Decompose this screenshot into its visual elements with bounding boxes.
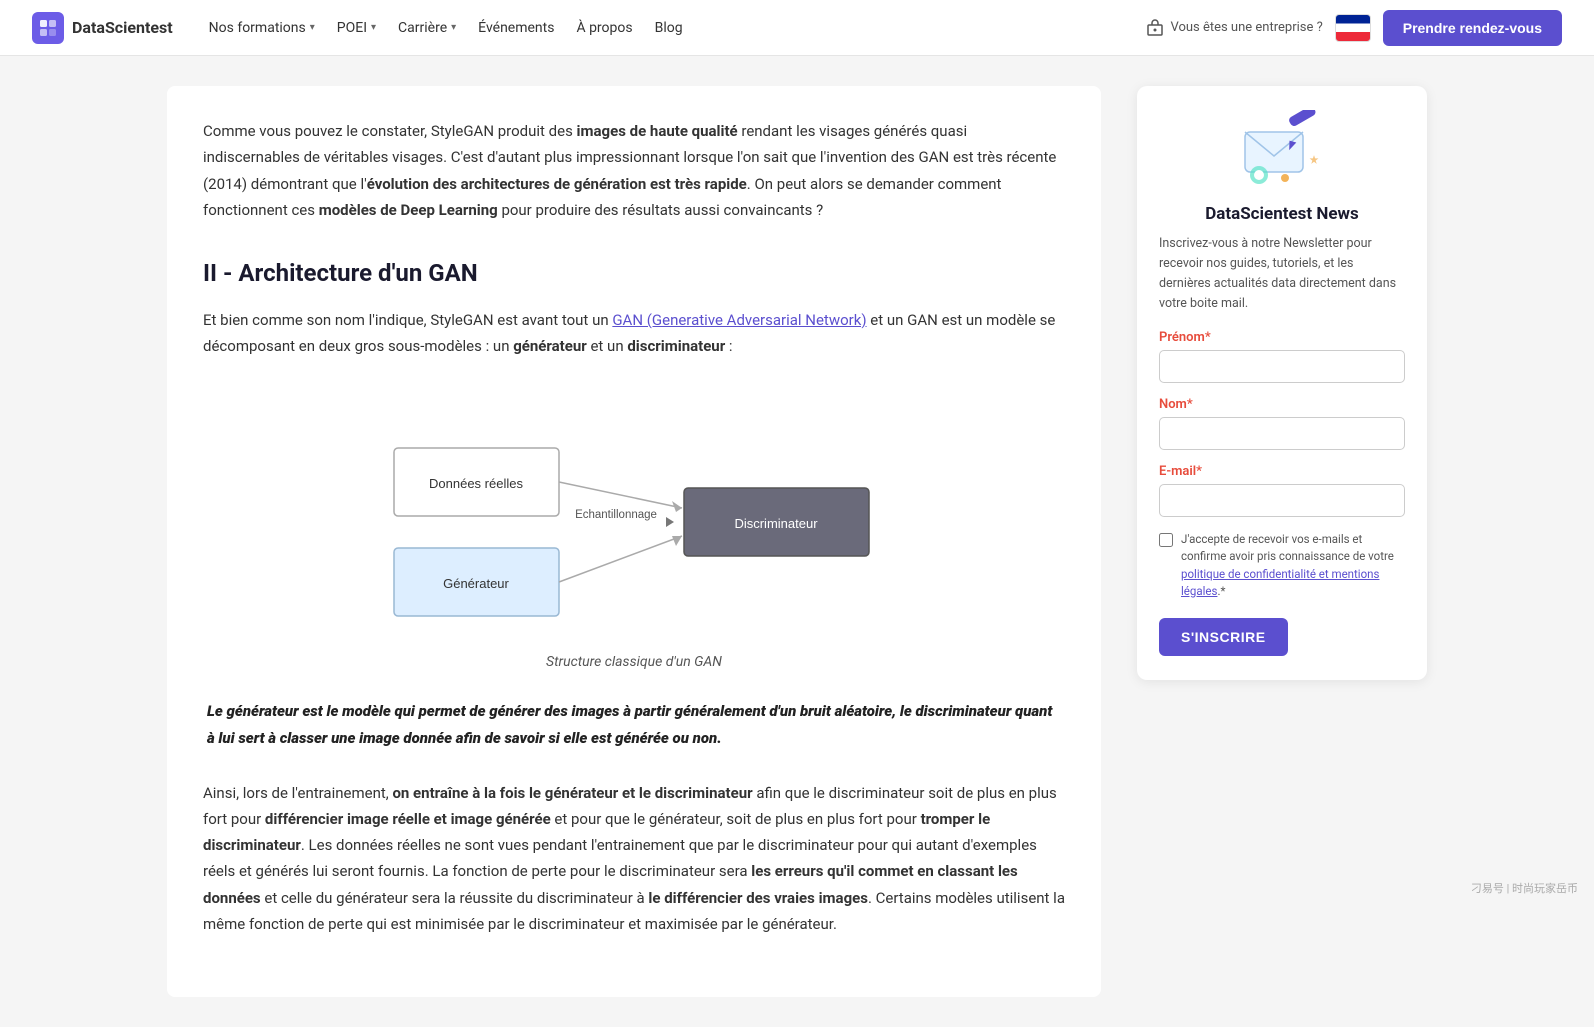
nav-formations[interactable]: Nos formations ▾	[201, 14, 323, 42]
logo-text: DataScientest	[72, 18, 173, 37]
main-content: Comme vous pouvez le constater, StyleGAN…	[167, 86, 1101, 997]
chevron-down-icon: ▾	[310, 22, 315, 33]
diagram-container: Données réelles Générateur Discriminateu…	[203, 388, 1065, 670]
email-label: E-mail*	[1159, 464, 1405, 479]
watermark: 刁易号 | 时尚玩家岳币	[1471, 880, 1578, 896]
logo[interactable]: DataScientest	[32, 12, 173, 44]
enterprise-link[interactable]: Vous êtes une entreprise ?	[1146, 19, 1322, 37]
body-text-2: Ainsi, lors de l'entrainement, on entraî…	[203, 780, 1065, 938]
logo-icon	[32, 12, 64, 44]
nav-apropos[interactable]: À propos	[568, 14, 640, 42]
prenom-label: Prénom*	[1159, 330, 1405, 345]
newsletter-icon-wrap	[1159, 110, 1405, 190]
svg-text:Données réelles: Données réelles	[429, 476, 523, 491]
language-flag[interactable]	[1335, 14, 1371, 42]
intro-paragraph: Comme vous pouvez le constater, StyleGAN…	[203, 118, 1065, 223]
svg-text:Echantillonnage: Echantillonnage	[575, 509, 657, 521]
nav-right: Vous êtes une entreprise ? Prendre rende…	[1146, 10, 1562, 46]
svg-text:Générateur: Générateur	[443, 576, 509, 591]
nav-carriere[interactable]: Carrière ▾	[390, 14, 464, 42]
nav-links: Nos formations ▾ POEI ▾ Carrière ▾ Événe…	[201, 14, 1119, 42]
cta-button[interactable]: Prendre rendez-vous	[1383, 10, 1562, 46]
diagram-caption: Structure classique d'un GAN	[546, 654, 722, 670]
newsletter-title: DataScientest News	[1159, 204, 1405, 224]
page-layout: Comme vous pouvez le constater, StyleGAN…	[147, 56, 1447, 1027]
svg-text:Discriminateur: Discriminateur	[734, 516, 818, 531]
section-heading: II - Architecture d'un GAN	[203, 259, 1065, 287]
subscribe-button[interactable]: S'INSCRIRE	[1159, 618, 1288, 656]
nom-label: Nom*	[1159, 397, 1405, 412]
prenom-input[interactable]	[1159, 350, 1405, 383]
navigation: DataScientest Nos formations ▾ POEI ▾ Ca…	[0, 0, 1594, 56]
nav-poei[interactable]: POEI ▾	[329, 14, 384, 42]
consent-row: J'accepte de recevoir vos e-mails et con…	[1159, 531, 1405, 600]
sidebar: DataScientest News Inscrivez-vous à notr…	[1137, 86, 1427, 680]
consent-text: J'accepte de recevoir vos e-mails et con…	[1181, 531, 1405, 600]
nav-evenements[interactable]: Événements	[470, 14, 562, 42]
nom-input[interactable]	[1159, 417, 1405, 450]
intro-gan-text: Et bien comme son nom l'indique, StyleGA…	[203, 307, 1065, 360]
chevron-down-icon: ▾	[451, 22, 456, 33]
newsletter-icon	[1237, 110, 1327, 190]
privacy-link[interactable]: politique de confidentialité et mentions…	[1181, 567, 1379, 598]
enterprise-icon	[1146, 19, 1164, 37]
gan-link[interactable]: GAN (Generative Adversarial Network)	[612, 311, 866, 329]
newsletter-desc: Inscrivez-vous à notre Newsletter pour r…	[1159, 234, 1405, 314]
gan-diagram: Données réelles Générateur Discriminateu…	[374, 388, 894, 642]
nav-blog[interactable]: Blog	[647, 14, 691, 42]
newsletter-card: DataScientest News Inscrivez-vous à notr…	[1137, 86, 1427, 680]
chevron-down-icon: ▾	[371, 22, 376, 33]
blockquote: Le générateur est le modèle qui permet d…	[203, 698, 1065, 752]
consent-checkbox[interactable]	[1159, 533, 1173, 547]
email-input[interactable]	[1159, 484, 1405, 517]
